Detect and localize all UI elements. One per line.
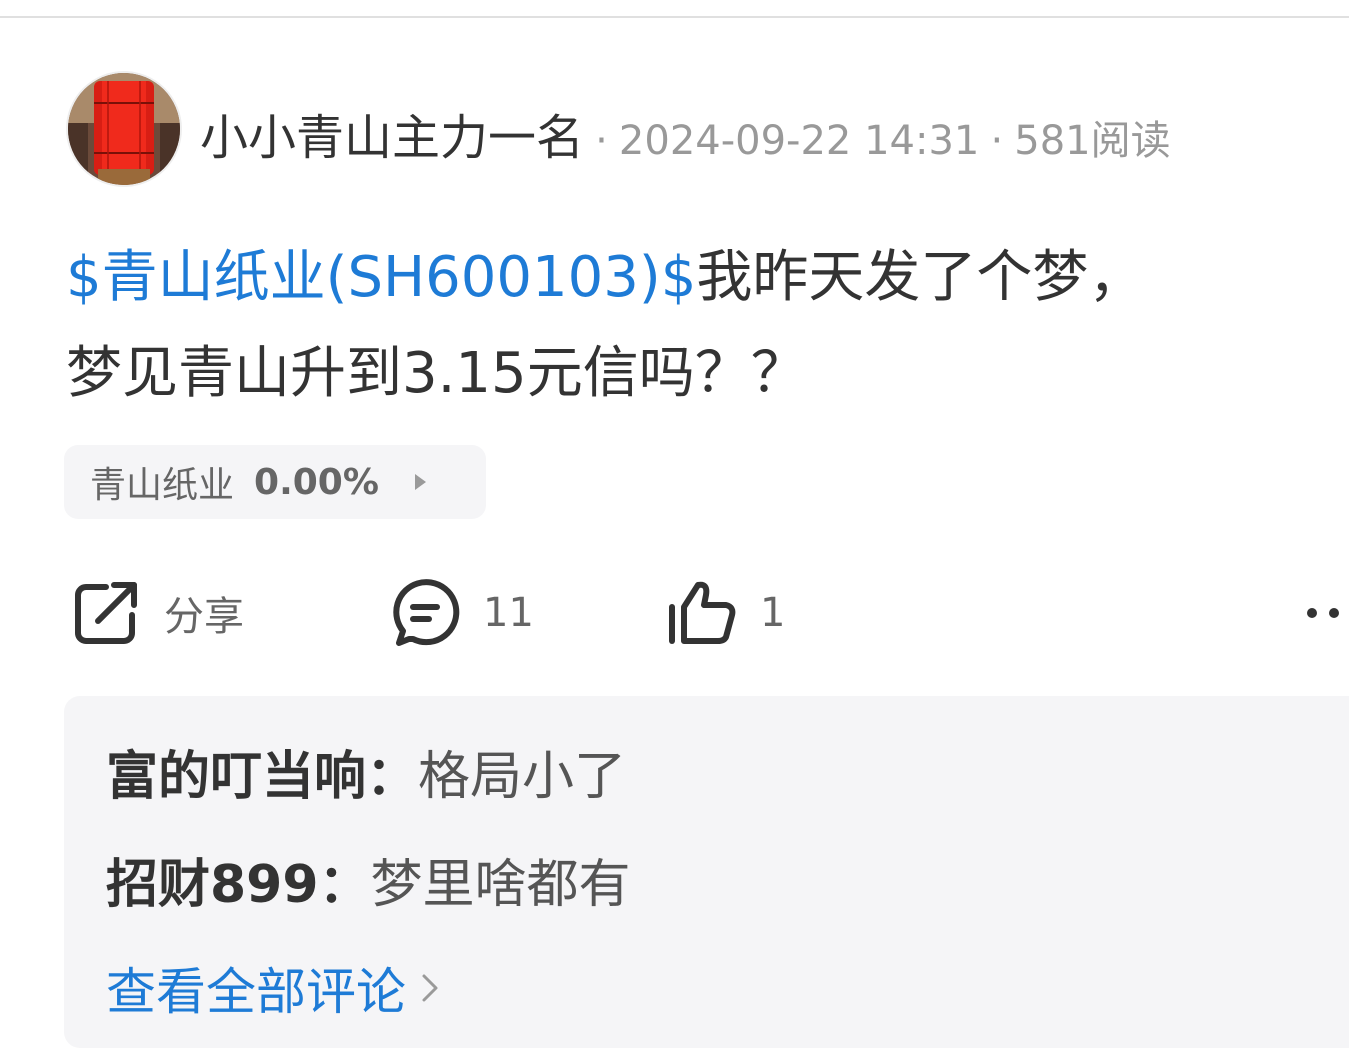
stock-chip[interactable]: 青山纸业 0.00% [64,445,486,519]
share-button[interactable]: 分享 [70,577,244,649]
share-label: 分享 [164,594,244,640]
like-count: 1 [760,590,786,636]
comment-item[interactable]: 招财899：梦里啥都有 [106,842,631,917]
comment-icon [393,579,460,646]
view-all-comments-label: 查看全部评论 [106,963,406,1021]
top-divider [0,16,1349,18]
meta-separator: · [595,118,608,164]
like-button[interactable]: 1 [666,577,785,649]
comment-item[interactable]: 富的叮当响：格局小了 [106,734,626,809]
post-timestamp: 2024-09-22 14:31 [618,118,980,164]
avatar[interactable] [66,71,182,187]
avatar-image [68,73,180,185]
chevron-right-icon [422,974,438,1002]
comment-text: 格局小了 [418,747,627,807]
comment-user: 招财899： [106,855,371,915]
author-name[interactable]: 小小青山主力一名 [200,110,584,166]
comment-text: 梦里啥都有 [370,855,631,915]
stock-name: 青山纸业 [90,465,235,506]
meta-separator: · [990,118,1004,164]
comment-preview-panel: 富的叮当响：格局小了 招财899：梦里啥都有 查看全部评论 [64,696,1349,1048]
like-icon [669,581,736,644]
stock-change: 0.00% [254,461,379,503]
view-all-comments-link[interactable]: 查看全部评论 [106,952,440,1024]
post-text-line2: 梦见青山升到3.15元信吗？？ [66,341,807,406]
triangle-right-icon [414,474,426,490]
post-meta: 小小青山主力一名 · 2024-09-22 14:31 · 581阅读 [200,98,1171,166]
comment-user: 富的叮当响： [106,747,419,807]
share-icon [75,582,137,644]
more-icon[interactable] [1298,598,1348,628]
read-count: 581阅读 [1014,118,1171,164]
post-text-line1: 我昨天发了个梦， [696,245,1145,310]
comment-count: 11 [483,590,534,636]
post-body: $青山纸业(SH600103)$我昨天发了个梦， 梦见青山升到3.15元信吗？？ [66,230,1306,422]
stock-tag-link[interactable]: $青山纸业(SH600103)$ [66,245,696,310]
comment-button[interactable]: 11 [389,577,534,649]
